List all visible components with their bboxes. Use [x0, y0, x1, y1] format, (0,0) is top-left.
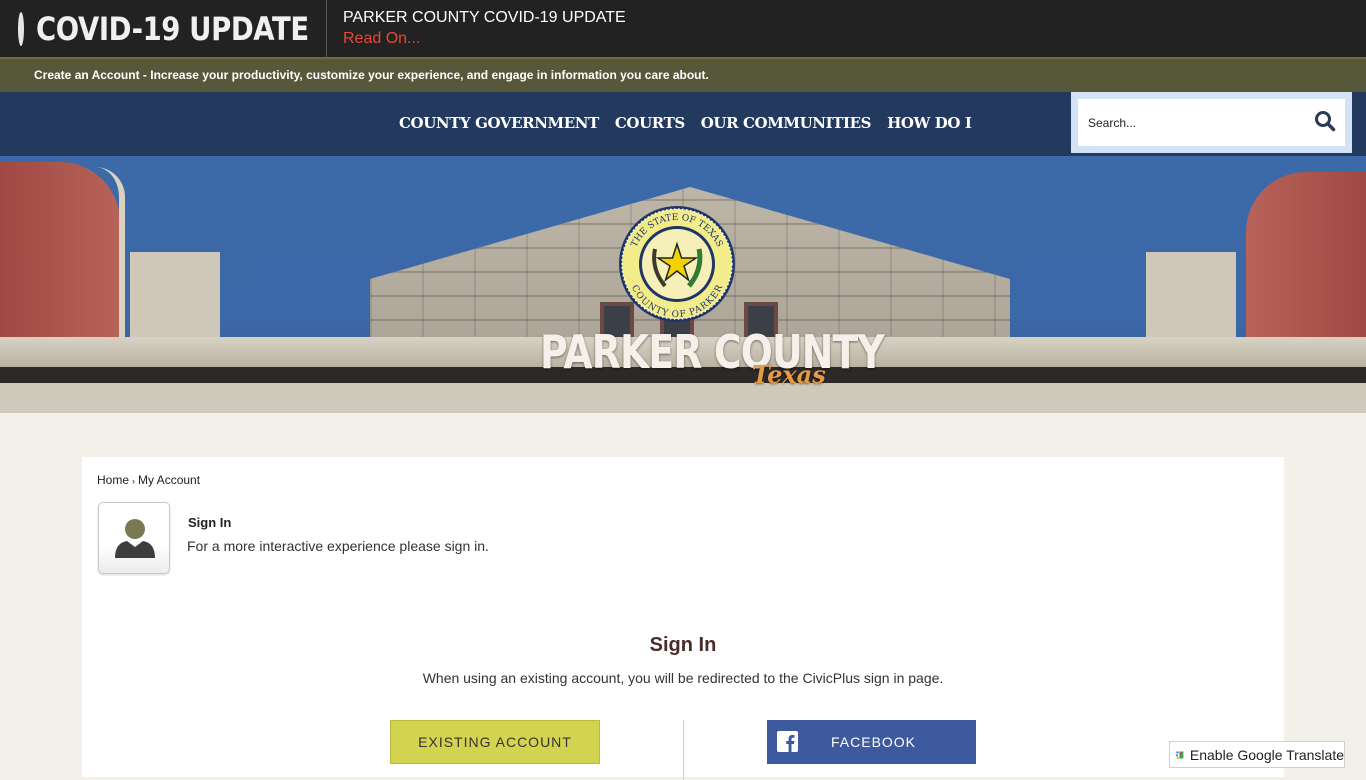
create-account-link[interactable]: Create an Account - Increase your produc…: [34, 68, 709, 82]
signin-divider: [683, 720, 684, 780]
breadcrumb: Home › My Account: [97, 473, 200, 487]
search-container: [1071, 92, 1352, 153]
breadcrumb-my-account[interactable]: My Account: [138, 473, 200, 487]
county-brand-name: PARKER COUNTY: [540, 325, 885, 379]
nav-our-communities[interactable]: OUR COMMUNITIES: [701, 114, 872, 132]
user-avatar: [98, 502, 170, 574]
user-avatar-icon: [115, 519, 155, 558]
building-base: [0, 383, 1366, 413]
nav-how-do-i[interactable]: HOW DO I: [887, 114, 972, 132]
google-translate-icon: [1175, 750, 1184, 759]
google-translate-label: Enable Google Translate: [1189, 746, 1344, 763]
google-translate-button[interactable]: Enable Google Translate: [1169, 741, 1345, 768]
search-icon: [1315, 111, 1336, 132]
covid-banner: COVID-19 UPDATE PARKER COUNTY COVID-19 U…: [0, 0, 1366, 57]
county-seal-logo: THE STATE OF TEXAS COUNTY OF PARKER: [619, 206, 735, 322]
hero-banner: COUNTY GOVERNMENT COURTS OUR COMMUNITIES…: [0, 92, 1366, 413]
signin-title: Sign In: [649, 634, 717, 656]
covid-news: PARKER COUNTY COVID-19 UPDATE Read On...: [327, 8, 626, 50]
alert-dot-icon: [18, 11, 24, 46]
nav-courts[interactable]: COURTS: [615, 114, 685, 132]
breadcrumb-home[interactable]: Home: [97, 473, 129, 487]
building-dormer-left: [130, 252, 220, 347]
search-input[interactable]: [1088, 99, 1308, 146]
content-panel: Home › My Account Sign In For a more inter…: [82, 457, 1284, 780]
county-brand-state: Texas: [752, 360, 826, 389]
signin-intro-title: Sign In: [188, 515, 232, 530]
signin-description: When using an existing account, you will…: [422, 670, 944, 686]
building-dormer-right: [1146, 252, 1236, 347]
search-button[interactable]: [1313, 109, 1337, 133]
covid-headline[interactable]: PARKER COUNTY COVID-19 UPDATE: [343, 8, 626, 28]
breadcrumb-separator: ›: [132, 476, 136, 486]
signin-intro-description: For a more interactive experience please…: [187, 538, 489, 554]
covid-title: COVID-19 UPDATE: [36, 9, 309, 48]
facebook-label: FACEBOOK: [831, 734, 917, 750]
read-on-link[interactable]: Read On...: [343, 28, 626, 50]
search-box: [1078, 99, 1345, 146]
existing-account-button[interactable]: EXISTING ACCOUNT: [390, 720, 600, 764]
covid-title-block[interactable]: COVID-19 UPDATE: [0, 0, 327, 57]
nav-county-government[interactable]: COUNTY GOVERNMENT: [399, 114, 599, 132]
create-account-bar: Create an Account - Increase your produc…: [0, 57, 1366, 92]
facebook-icon: [777, 731, 798, 752]
main-nav: COUNTY GOVERNMENT COURTS OUR COMMUNITIES…: [399, 114, 972, 132]
facebook-signin-button[interactable]: FACEBOOK: [767, 720, 976, 764]
